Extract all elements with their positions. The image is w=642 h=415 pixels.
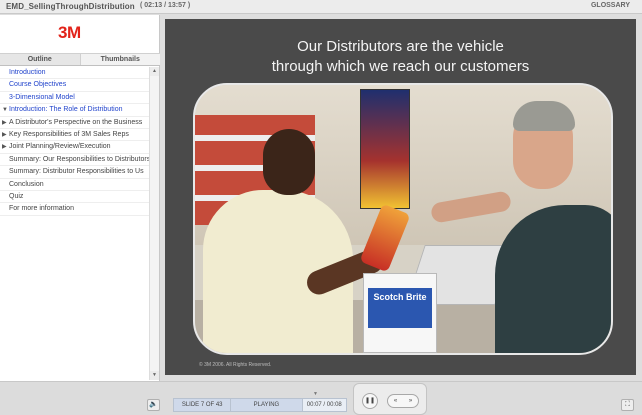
- outline-item[interactable]: Course Objectives: [0, 79, 150, 92]
- photo-person-right-hair: [513, 101, 575, 131]
- 3m-logo: 3M: [58, 23, 81, 42]
- photo-poster: [360, 89, 410, 209]
- outline-item[interactable]: For more information: [0, 203, 150, 216]
- slide-canvas: Our Distributors are the vehicle through…: [165, 19, 636, 375]
- nav-buttons: « »: [387, 394, 419, 408]
- sidebar: 3M Outline Thumbnails Introduction Course…: [0, 15, 160, 381]
- player-window: EMD_SellingThroughDistribution ( 02:13 /…: [0, 0, 642, 415]
- next-slide-icon[interactable]: »: [403, 395, 418, 407]
- outline-item-label: Introduction: [9, 69, 46, 76]
- tab-thumbnails[interactable]: Thumbnails: [79, 54, 161, 65]
- slide-title: Our Distributors are the vehicle through…: [165, 37, 636, 77]
- glossary-link[interactable]: GLOSSARY: [591, 2, 630, 9]
- scroll-up-icon[interactable]: ▲: [150, 67, 159, 76]
- outline-item-label: Course Objectives: [9, 81, 67, 89]
- outline-item-label: For more information: [9, 205, 74, 213]
- slide-counter: SLIDE 7 OF 43: [174, 399, 232, 411]
- photo-product-box: Scotch Brite: [363, 273, 437, 353]
- expand-right-icon[interactable]: ▶: [2, 129, 7, 140]
- pause-icon[interactable]: ❚❚: [362, 393, 378, 409]
- volume-icon[interactable]: 🔈: [147, 399, 160, 411]
- tab-outline[interactable]: Outline: [0, 54, 80, 65]
- slide-title-line-2: through which we reach our customers: [271, 58, 530, 75]
- slide-photo: Scotch Brite: [193, 83, 613, 355]
- course-time: ( 02:13 / 13:57 ): [140, 2, 191, 9]
- outline-item-label: Summary: Distributor Responsibilities to…: [9, 168, 144, 176]
- outline-item-label: Quiz: [9, 192, 24, 200]
- outline-item[interactable]: ▶ Joint Planning/Review/Execution: [0, 141, 150, 154]
- outline-scrollbar[interactable]: ▲ ▼: [149, 67, 159, 380]
- prev-slide-icon[interactable]: «: [388, 395, 403, 407]
- outline-item[interactable]: Summary: Distributor Responsibilities to…: [0, 166, 150, 179]
- expand-right-icon[interactable]: ▶: [2, 141, 7, 152]
- outline-item-label: 3-Dimensional Model: [9, 93, 75, 101]
- outline-item[interactable]: ▼ Introduction: The Role of Distribution: [0, 104, 150, 117]
- outline-item[interactable]: Summary: Our Responsibilities to Distrib…: [0, 154, 150, 167]
- playback-state: PLAYING: [231, 399, 303, 411]
- photo-person-left-head: [263, 129, 315, 195]
- outline-item[interactable]: ▶ A Distributor's Perspective on the Busi…: [0, 117, 150, 129]
- outline-item-label: Joint Planning/Review/Execution: [9, 143, 111, 151]
- slide-time: 00:07 / 00:08: [306, 402, 342, 408]
- outline-item-label: A Distributor's Perspective on the Busin…: [9, 118, 143, 126]
- outline-item[interactable]: Conclusion: [0, 179, 150, 191]
- slide-title-line-1: Our Distributors are the vehicle: [297, 38, 504, 55]
- playback-controls: ❚❚ « »: [353, 383, 427, 415]
- outline-item[interactable]: Quiz: [0, 191, 150, 204]
- outline-item-label: Conclusion: [9, 180, 44, 188]
- slide-copyright: © 3M 2006. All Rights Reserved.: [199, 362, 272, 368]
- control-bar: 🔈 ▼ SLIDE 7 OF 43 PLAYING 00:07 / 00:08 …: [0, 381, 642, 415]
- outline-list: Introduction Course Objectives 3-Dimension…: [0, 67, 150, 379]
- outline-item[interactable]: Introduction: [0, 67, 150, 80]
- outline-item[interactable]: 3-Dimensional Model: [0, 92, 150, 105]
- course-title: EMD_SellingThroughDistribution: [6, 2, 135, 11]
- top-bar: EMD_SellingThroughDistribution ( 02:13 /…: [0, 0, 642, 14]
- outline-item-label: Summary: Our Responsibilities to Distrib…: [9, 155, 150, 163]
- progress-marker-icon[interactable]: ▼: [313, 391, 318, 397]
- sidebar-tabs: Outline Thumbnails: [0, 53, 160, 66]
- outline-item-label: Key Responsibilities of 3M Sales Reps: [9, 130, 129, 138]
- expand-right-icon[interactable]: ▶: [2, 117, 7, 128]
- photo-person-right: [495, 205, 611, 353]
- fullscreen-icon[interactable]: ⛶: [621, 399, 634, 411]
- outline-item[interactable]: ▶ Key Responsibilities of 3M Sales Reps: [0, 129, 150, 142]
- outline-item-label: Introduction: The Role of Distribution: [9, 106, 123, 114]
- expand-down-icon[interactable]: ▼: [2, 104, 8, 115]
- box-brand-label: Scotch Brite: [368, 288, 432, 328]
- scroll-down-icon[interactable]: ▼: [150, 371, 159, 380]
- status-bar: SLIDE 7 OF 43 PLAYING 00:07 / 00:08: [173, 398, 347, 412]
